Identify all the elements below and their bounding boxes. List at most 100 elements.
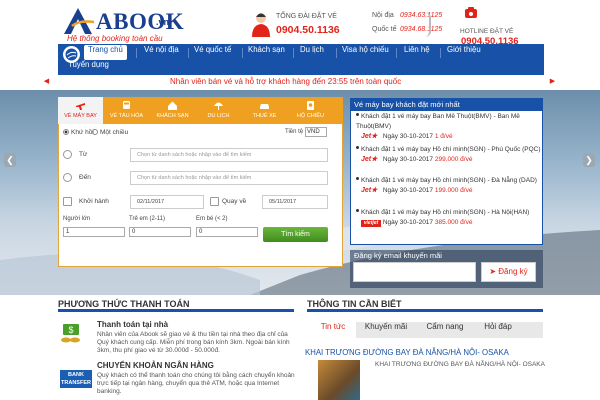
intl-number[interactable]: 0934.68.1125 (400, 26, 442, 33)
radio-roundtrip[interactable] (63, 129, 69, 135)
slider-next-icon[interactable]: ❯ (583, 153, 595, 167)
logo-text[interactable]: ABOOK (96, 9, 184, 35)
nav-divider (336, 48, 337, 58)
tab-tour-label: DU LỊCH (207, 113, 230, 119)
nav-about[interactable]: Giới thiệu (443, 45, 485, 60)
jetstar-logo: Jet★ (361, 156, 378, 163)
plane-icon (76, 103, 85, 110)
infant-label: Em bé (< 2) (196, 216, 228, 222)
payment-title: PHƯƠNG THỨC THANH TOÁN (58, 299, 190, 309)
car-icon (260, 104, 269, 109)
logo-slogan: Hệ thống booking toàn cầu (67, 34, 163, 43)
subscribe-button[interactable]: ➤ Đăng ký (481, 262, 536, 282)
currency-select[interactable]: VND (305, 127, 327, 137)
to-label: Đến (79, 174, 91, 181)
recent-item[interactable]: Khách đặt 1 vé máy bay Ban Mê Thuột(BMV)… (356, 112, 542, 142)
nav-travel[interactable]: Du lịch (296, 45, 328, 60)
logo-icon (64, 8, 95, 34)
adult-label: Người lớn (63, 216, 91, 222)
news-thumbnail[interactable] (318, 360, 360, 400)
ticker-prev-icon[interactable]: ◀ (42, 77, 51, 85)
child-label: Trẻ em (2-11) (129, 216, 166, 222)
news-title[interactable]: KHAI TRƯƠNG ĐƯỜNG BAY ĐÀ NẴNG/HÀ NỘI- OS… (305, 348, 509, 357)
nav-divider (440, 48, 441, 58)
pay-bank-desc: Quý khách có thể thanh toán cho chúng tô… (97, 372, 295, 395)
tab-car[interactable]: THUÊ XE (242, 97, 287, 124)
depart-label: Khởi hành (79, 198, 109, 205)
tab-flight[interactable]: VÉ MÁY BAY (58, 97, 103, 124)
nav-divider (136, 48, 137, 58)
slider-prev-icon[interactable]: ❮ (4, 153, 16, 167)
tab-hotel[interactable]: KHÁCH SẠN (150, 97, 195, 124)
trip-roundtrip[interactable]: Khứ hồi (63, 129, 94, 136)
nav-domestic[interactable]: Vé nội địa (140, 45, 183, 60)
ticker-text: Nhân viên bán vé và hỗ trợ khách hàng đế… (170, 77, 402, 86)
jetstar-logo: Jet★ (361, 187, 378, 194)
currency-label: Tiền tệ (285, 129, 304, 135)
tab-news[interactable]: Tin tức (310, 322, 356, 338)
nav-careers[interactable]: Tuyển dụng (64, 60, 113, 75)
ticker-next-icon[interactable]: ▶ (548, 77, 557, 85)
send-icon: ➤ (489, 267, 497, 276)
call-number[interactable]: 0904.50.1136 (276, 24, 340, 36)
header-divider (425, 12, 431, 37)
info-underline (307, 309, 543, 312)
vietjet-logo: vietjet (361, 220, 381, 227)
location-icon (63, 150, 72, 159)
radio-oneway[interactable] (92, 129, 98, 135)
train-icon (123, 101, 130, 109)
return-date-input[interactable]: 05/11/2017 (262, 195, 328, 209)
tab-guide[interactable]: Cẩm nang (416, 322, 474, 338)
nav-divider (242, 48, 243, 58)
nav-contact[interactable]: Liên hệ (400, 45, 434, 60)
pay-bank-title: CHUYỂN KHOẢN NGÂN HÀNG (97, 361, 214, 370)
trip-roundtrip-label: Khứ hồi (71, 129, 94, 136)
from-input[interactable]: Chọn từ danh sách hoặc nhập vào để tìm k… (130, 148, 328, 162)
payment-underline (58, 309, 294, 312)
cash-icon: $ (61, 324, 80, 343)
search-button[interactable]: Tìm kiếm (263, 227, 328, 242)
domestic-number[interactable]: 0934.63.1125 (400, 12, 442, 19)
hotel-icon (168, 101, 177, 110)
logo-suffix: .vn (156, 17, 170, 27)
adult-select[interactable]: 1 (63, 227, 125, 237)
domestic-label: Nội địa (372, 12, 394, 19)
tab-train-label: VÉ TÀU HỎA (109, 113, 144, 119)
nav-home[interactable]: Trang chủ (84, 45, 127, 60)
nav-divider (293, 48, 294, 58)
tab-car-label: THUÊ XE (252, 113, 277, 119)
recent-item[interactable]: Khách đặt 1 vé máy bay Hồ chí minh(SGN) … (356, 145, 542, 165)
phone-icon (465, 7, 477, 18)
recent-item[interactable]: Khách đặt 1 vé máy bay Hồ chí minh(SGN) … (356, 208, 542, 228)
umbrella-icon (214, 102, 223, 110)
tab-passport[interactable]: HỘ CHIẾU (288, 97, 333, 124)
recent-title: Vé máy bay khách đặt mới nhất (350, 98, 543, 111)
info-title: THÔNG TIN CẦN BIẾT (307, 299, 402, 309)
subscribe-label: Đăng ký (498, 267, 528, 276)
child-select[interactable]: 0 (129, 227, 191, 237)
trip-oneway[interactable]: Một chiều (92, 129, 128, 136)
tab-faq[interactable]: Hỏi đáp (474, 322, 522, 338)
nav-visa[interactable]: Visa hộ chiếu (338, 45, 393, 60)
tab-passport-label: HỘ CHIẾU (297, 113, 324, 119)
from-label: Từ (79, 151, 88, 158)
nav-divider (396, 48, 397, 58)
nav-hotel[interactable]: Khách sạn (244, 45, 289, 60)
tab-train[interactable]: VÉ TÀU HỎA (104, 97, 149, 124)
hotline-label: HOTLINE ĐẶT VÉ (460, 28, 514, 35)
depart-date-input[interactable]: 02/11/2017 (130, 195, 204, 209)
tab-promotions[interactable]: Khuyến mãi (356, 322, 416, 338)
email-input[interactable] (353, 262, 476, 282)
tab-flight-label: VÉ MÁY BAY (64, 113, 97, 119)
return-label: Quay về (222, 198, 247, 205)
calendar-icon (210, 197, 219, 206)
recent-item[interactable]: Khách đặt 1 vé máy bay Hồ chí minh(SGN) … (356, 176, 542, 196)
operator-icon (252, 13, 270, 37)
infant-select[interactable]: 0 (196, 227, 258, 237)
tab-tour[interactable]: DU LỊCH (196, 97, 241, 124)
nav-international[interactable]: Vé quốc tế (190, 45, 235, 60)
to-input[interactable]: Chọn từ danh sách hoặc nhập vào để tìm k… (130, 171, 328, 185)
pay-home-desc: Nhân viên của Abook sẽ giao vé & thu tiề… (97, 331, 290, 354)
intl-label: Quốc tế (372, 26, 397, 33)
call-label: TỔNG ĐÀI ĐẶT VÉ (276, 13, 337, 20)
